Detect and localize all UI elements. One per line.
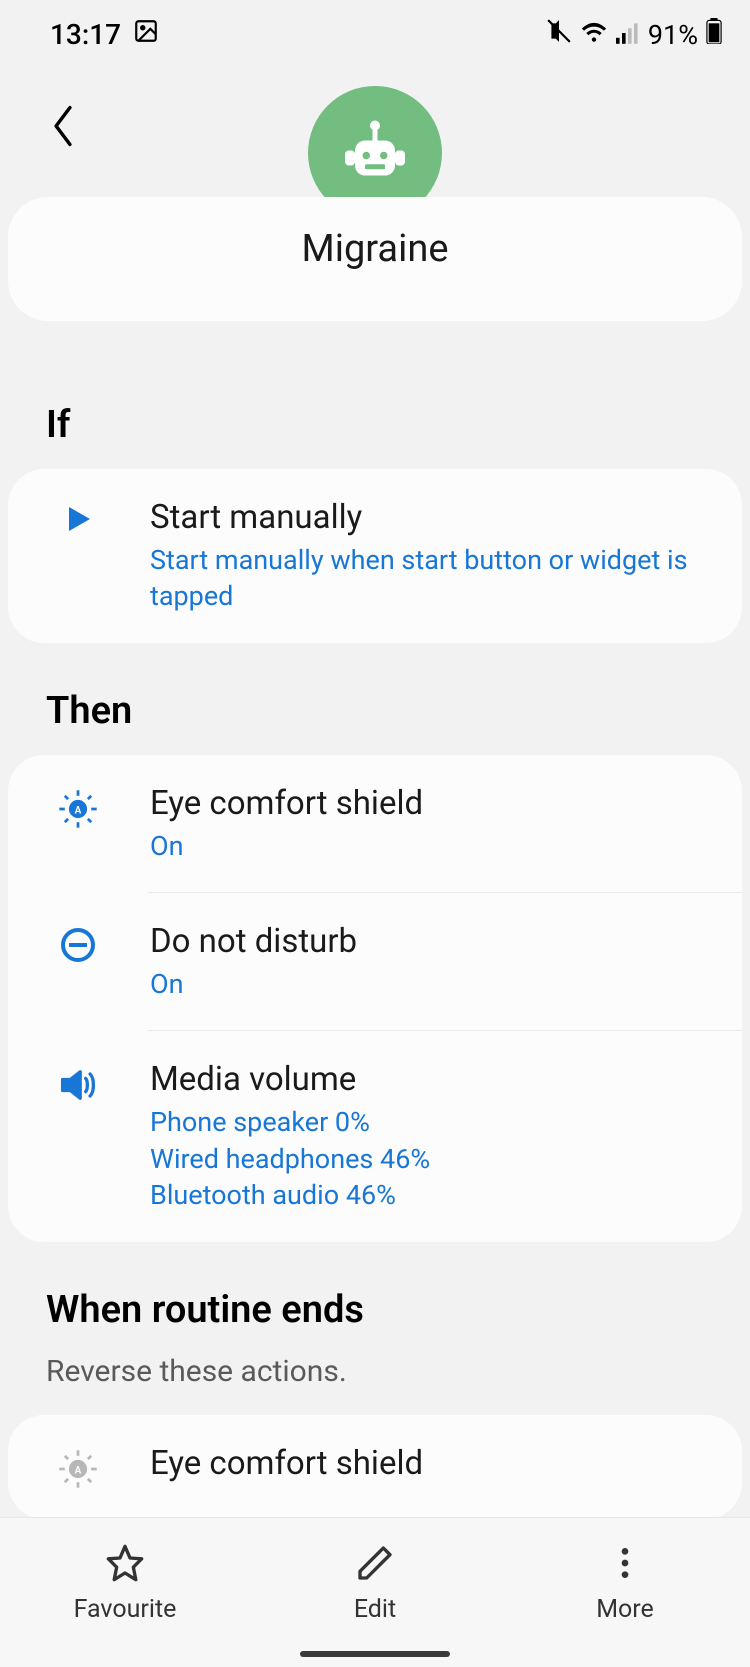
then-sub-0: On [150, 828, 712, 864]
dnd-icon [38, 921, 118, 965]
more-icon [605, 1543, 645, 1587]
section-when-ends-label: When routine ends [0, 1266, 750, 1354]
nav-edit-label: Edit [354, 1595, 396, 1624]
section-then-label: Then [0, 667, 750, 755]
when-ends-item-eye-comfort[interactable]: A Eye comfort shield [8, 1415, 742, 1519]
wifi-icon [580, 18, 608, 51]
nav-more[interactable]: More [500, 1543, 750, 1624]
then-title-0: Eye comfort shield [150, 783, 712, 826]
nav-edit[interactable]: Edit [250, 1543, 500, 1624]
nav-more-label: More [596, 1595, 654, 1624]
picture-icon [133, 18, 159, 51]
if-card[interactable]: Start manually Start manually when start… [8, 469, 742, 643]
then-title-2: Media volume [150, 1059, 712, 1102]
status-bar: 13:17 91% [0, 0, 750, 63]
then-sub-1: On [150, 966, 712, 1002]
then-item-eye-comfort[interactable]: A Eye comfort shield On [8, 755, 742, 892]
battery-icon [706, 18, 722, 51]
nav-favourite-label: Favourite [74, 1595, 177, 1624]
battery-text: 91% [648, 19, 698, 51]
pencil-icon [355, 1543, 395, 1587]
robot-icon [335, 113, 415, 193]
nav-favourite[interactable]: Favourite [0, 1543, 250, 1624]
then-card: A Eye comfort shield On Do not disturb O… [8, 755, 742, 1242]
then-title-1: Do not disturb [150, 921, 712, 964]
section-if-label: If [0, 381, 750, 469]
then-sub-2: Phone speaker 0% Wired headphones 46% Bl… [150, 1104, 712, 1213]
then-item-volume[interactable]: Media volume Phone speaker 0% Wired head… [148, 1030, 742, 1241]
when-ends-card: A Eye comfort shield [8, 1415, 742, 1519]
routine-name[interactable]: Migraine [8, 227, 742, 271]
routine-header: Migraine [0, 153, 750, 381]
svg-text:A: A [75, 1465, 82, 1476]
svg-text:A: A [75, 805, 82, 816]
play-icon [38, 497, 118, 537]
section-when-ends-subtitle: Reverse these actions. [0, 1354, 750, 1415]
when-ends-title-0: Eye comfort shield [150, 1443, 712, 1486]
signal-icon [616, 18, 640, 51]
volume-icon [38, 1059, 118, 1107]
bottom-nav: Favourite Edit More [0, 1517, 750, 1667]
if-subtitle: Start manually when start button or widg… [150, 542, 712, 615]
then-item-dnd[interactable]: Do not disturb On [148, 892, 742, 1030]
eye-comfort-icon: A [38, 1443, 118, 1491]
if-title: Start manually [150, 497, 712, 540]
status-right: 91% [546, 18, 722, 51]
status-left: 13:17 [50, 18, 159, 51]
eye-comfort-icon: A [38, 783, 118, 831]
mute-icon [546, 18, 572, 51]
status-time: 13:17 [50, 18, 121, 51]
gesture-bar[interactable] [300, 1651, 450, 1657]
star-icon [105, 1543, 145, 1587]
